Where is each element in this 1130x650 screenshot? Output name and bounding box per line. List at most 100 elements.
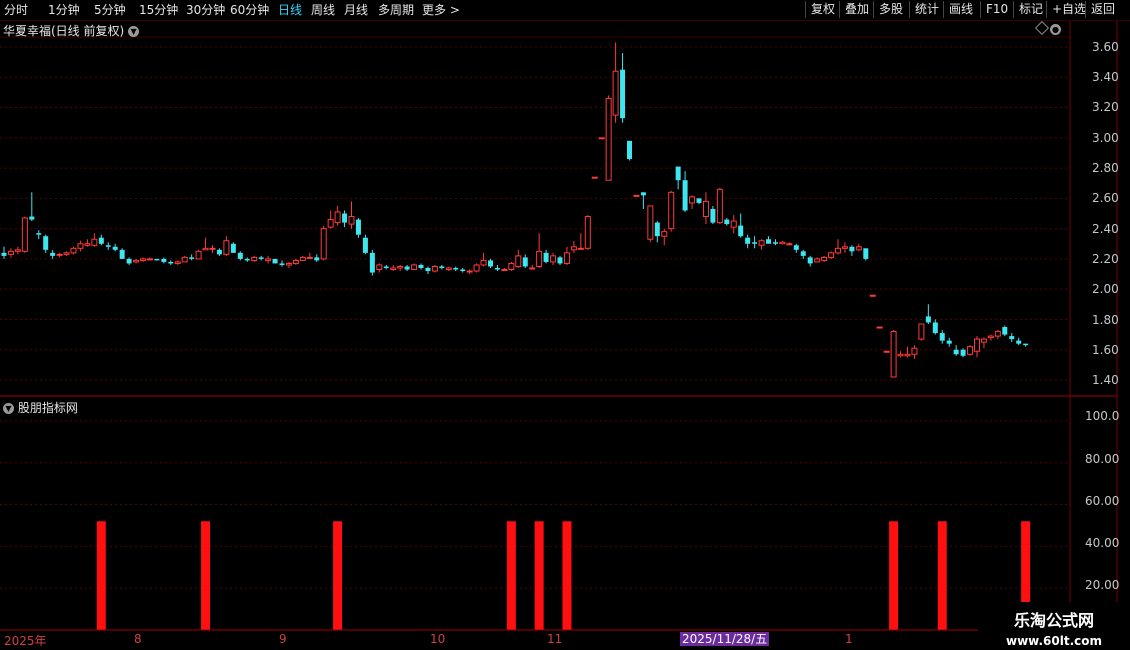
- price-tick: 2.80: [1092, 161, 1119, 175]
- signal-bar: [96, 521, 106, 630]
- candle-body: [633, 194, 640, 197]
- candle-body: [272, 258, 278, 264]
- price-tick: 2.40: [1092, 222, 1119, 236]
- candle-body: [36, 233, 42, 235]
- candle-body: [494, 267, 500, 270]
- price-tick: 3.60: [1092, 40, 1119, 54]
- date-label: 10: [430, 632, 446, 646]
- candle-body: [772, 242, 778, 244]
- indicator-tick: 40.00: [1085, 536, 1120, 550]
- candle-body: [515, 255, 522, 267]
- candle-body: [689, 196, 696, 204]
- price-tick: 1.40: [1092, 373, 1119, 387]
- candle-body: [647, 205, 654, 240]
- candle-body: [91, 238, 98, 246]
- candle-body: [431, 265, 438, 272]
- candle-body: [342, 213, 348, 223]
- candle-body: [223, 240, 230, 255]
- candle-body: [876, 326, 883, 329]
- candle-body: [591, 176, 598, 179]
- candle-body: [488, 260, 493, 267]
- price-tick: 2.20: [1092, 252, 1119, 266]
- candle-body: [577, 247, 584, 250]
- candle-body: [418, 264, 424, 268]
- chevron-down-icon[interactable]: ▼: [3, 403, 14, 414]
- candle-body: [209, 247, 216, 250]
- candle-body: [362, 237, 368, 253]
- candle-body: [21, 217, 28, 252]
- candle-body: [29, 216, 35, 220]
- candle-body: [453, 267, 459, 270]
- candle-body: [710, 208, 716, 223]
- candle-body: [425, 267, 431, 272]
- candle-body: [1, 252, 7, 256]
- watermark: 乐淘公式网 www.60lt.com: [978, 602, 1130, 650]
- price-tick: 3.40: [1092, 70, 1119, 84]
- signal-bar: [506, 521, 516, 630]
- candle-body: [230, 243, 236, 253]
- candle-body: [306, 256, 313, 259]
- candle-body: [63, 252, 70, 255]
- indicator-tick: 100.0: [1085, 409, 1120, 423]
- candle-body: [620, 69, 626, 119]
- candle-body: [584, 216, 591, 249]
- signals-group: [96, 521, 1031, 630]
- candle-body: [946, 340, 952, 344]
- candle-body: [967, 346, 974, 355]
- indicator-title: ▼ 股朋指标网: [3, 399, 78, 416]
- candle-body: [348, 216, 355, 225]
- price-tick: 2.00: [1092, 282, 1119, 296]
- candle-body: [702, 200, 709, 218]
- date-label: 9: [279, 632, 287, 646]
- settings-circle-icon[interactable]: ●: [1050, 22, 1061, 36]
- candle-body: [640, 192, 646, 196]
- candle-body: [550, 255, 557, 263]
- candlestick-chart[interactable]: [0, 0, 1130, 650]
- candle-body: [897, 353, 904, 357]
- candle-body: [258, 257, 264, 259]
- candle-body: [50, 252, 56, 256]
- candle-body: [800, 251, 806, 256]
- indicator-tick: 60.00: [1085, 494, 1120, 508]
- date-label: 1: [845, 632, 853, 646]
- price-tick: 1.60: [1092, 343, 1119, 357]
- candle-body: [932, 322, 938, 334]
- candle-body: [327, 219, 334, 228]
- candle-body: [557, 257, 563, 264]
- candle-body: [835, 247, 841, 254]
- info-panel-edge: [1118, 22, 1130, 400]
- cursor-date-badge: 2025/11/28/五: [680, 632, 770, 646]
- candle-body: [355, 219, 361, 235]
- candle-body: [397, 265, 404, 269]
- candle-body: [841, 246, 848, 249]
- candle-body: [285, 262, 292, 266]
- candle-body: [883, 350, 890, 353]
- candle-body: [522, 257, 528, 267]
- price-tick: 3.00: [1092, 131, 1119, 145]
- candle-body: [821, 256, 828, 261]
- candle-body: [279, 263, 285, 265]
- candle-body: [1002, 327, 1008, 335]
- candle-body: [730, 220, 737, 228]
- candle-body: [126, 258, 132, 264]
- candle-body: [745, 237, 751, 244]
- candle-body: [473, 264, 480, 272]
- candle-body: [383, 266, 389, 268]
- candle-body: [612, 70, 619, 116]
- candle-body: [994, 331, 1001, 337]
- candle-body: [195, 250, 202, 260]
- candle-body: [112, 246, 118, 250]
- candle-body: [605, 97, 612, 181]
- candle-body: [14, 249, 21, 252]
- watermark-title: 乐淘公式网: [1013, 611, 1094, 630]
- candle-body: [174, 261, 181, 264]
- candle-body: [154, 258, 160, 261]
- candle-body: [536, 250, 543, 267]
- candle-body: [828, 252, 835, 258]
- price-tick: 2.60: [1092, 191, 1119, 205]
- candle-body: [529, 267, 536, 270]
- candle-body: [724, 219, 730, 225]
- chevron-down-icon[interactable]: ▼: [128, 26, 140, 37]
- candle-body: [752, 242, 758, 244]
- candle-body: [43, 236, 49, 250]
